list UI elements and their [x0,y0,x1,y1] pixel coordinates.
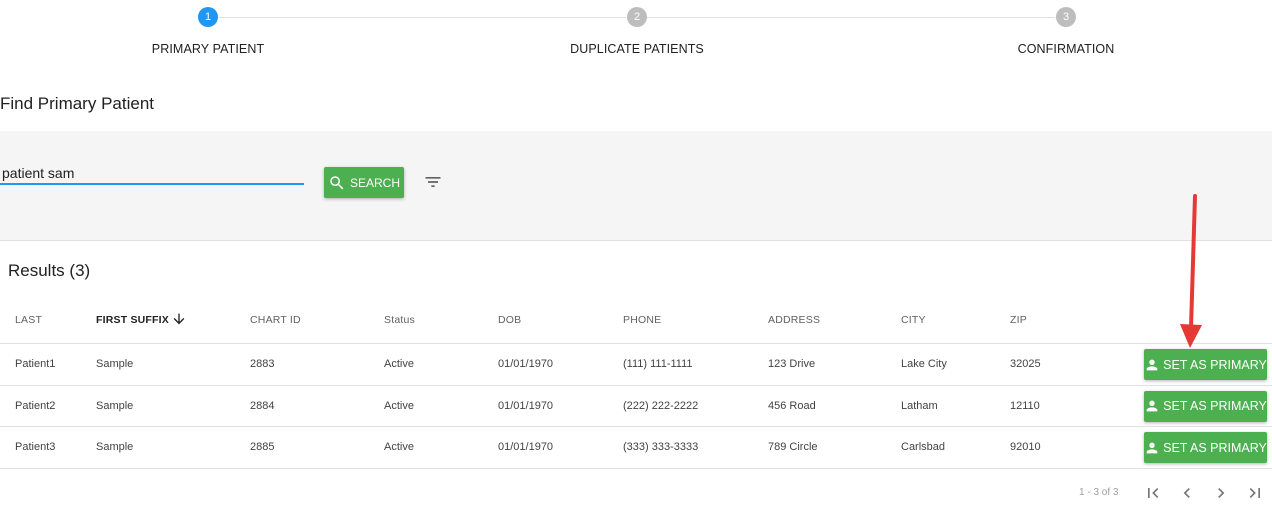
previous-page-button[interactable] [1177,483,1197,503]
person-icon [1146,400,1158,412]
column-header-chart-id[interactable]: CHART ID [250,314,301,326]
first-page-icon [1148,488,1159,498]
cell-zip: 12110 [1010,399,1040,412]
search-button[interactable]: SEARCH [324,167,404,198]
search-input[interactable] [0,163,304,185]
step-number: 2 [627,7,647,27]
column-header-status[interactable]: Status [384,314,415,326]
cell-dob: 01/01/1970 [498,441,554,453]
cell-address: 456 Road [768,399,816,412]
cell-chart-id: 2884 [250,399,275,412]
cell-first: Sample [96,441,134,453]
step-label: DUPLICATE PATIENTS [570,42,704,56]
set-as-primary-button[interactable]: SET AS PRIMARY [1144,349,1267,380]
page-title: Find Primary Patient [0,94,154,113]
cell-last: Patient2 [15,399,56,412]
stepper: 1 PRIMARY PATIENT 2 DUPLICATE PATIENTS 3… [0,0,1272,70]
cell-last: Patient1 [15,358,56,370]
column-header-address[interactable]: ADDRESS [768,314,820,326]
previous-page-icon [1183,488,1190,498]
step-primary-patient[interactable]: 1 PRIMARY PATIENT [108,7,308,56]
cell-phone: (333) 333-3333 [623,441,699,453]
set-as-primary-label: SET AS PRIMARY [1163,399,1267,413]
cell-chart-id: 2883 [250,358,275,370]
last-page-button[interactable] [1245,483,1265,503]
cell-address: 123 Drive [768,358,816,370]
cell-zip: 92010 [1010,441,1041,453]
page-range: 1 - 3 of 3 [1079,487,1119,498]
column-header-dob[interactable]: DOB [498,314,521,326]
cell-dob: 01/01/1970 [498,399,554,412]
step-duplicate-patients[interactable]: 2 DUPLICATE PATIENTS [537,7,737,56]
cell-status: Active [384,358,414,370]
table-row: Patient3 Sample 2885 Active 01/01/1970 (… [0,427,1272,469]
cell-last: Patient3 [15,441,56,453]
table-row: Patient1 Sample 2883 Active 01/01/1970 (… [0,344,1272,386]
cell-chart-id: 2885 [250,441,275,453]
search-panel: SEARCH [0,131,1272,241]
cell-status: Active [384,399,414,412]
step-label: PRIMARY PATIENT [151,42,265,56]
set-as-primary-button[interactable]: SET AS PRIMARY [1144,432,1267,463]
annotation-arrow [1180,194,1202,348]
arrow-down-icon [173,313,185,325]
cell-phone: (222) 222-2222 [623,399,699,412]
column-header-city[interactable]: CITY [901,314,926,326]
first-page-button[interactable] [1143,483,1163,503]
step-number: 1 [198,7,218,27]
last-page-icon [1249,488,1260,498]
cell-address: 789 Circle [768,441,818,453]
step-number: 3 [1056,7,1076,27]
person-icon [1146,442,1158,453]
set-as-primary-label: SET AS PRIMARY [1163,357,1267,372]
cell-first: Sample [96,399,134,412]
column-header-last[interactable]: LAST [15,314,42,326]
cell-city: Latham [901,399,938,412]
set-as-primary-button[interactable]: SET AS PRIMARY [1144,390,1267,422]
filter-icon[interactable] [423,172,443,192]
search-button-label: SEARCH [349,175,400,190]
step-confirmation[interactable]: 3 CONFIRMATION [966,7,1166,56]
cell-phone: (111) 111-1111 [623,358,693,370]
cell-dob: 01/01/1970 [498,358,554,370]
results-table: LAST FIRST SUFFIX CHART ID Status DOB PH… [0,298,1272,469]
column-header-zip[interactable]: ZIP [1010,314,1027,326]
cell-city: Carlsbad [901,441,946,453]
next-page-icon [1218,488,1225,498]
set-as-primary-label: SET AS PRIMARY [1163,440,1267,455]
cell-status: Active [384,441,414,453]
pagination: 1 - 3 of 3 [0,480,1272,506]
column-header-phone[interactable]: PHONE [623,314,661,326]
next-page-button[interactable] [1211,483,1231,503]
cell-city: Lake City [901,358,947,370]
step-label: CONFIRMATION [1017,42,1115,56]
person-icon [1146,359,1158,370]
cell-zip: 32025 [1010,358,1041,370]
column-header-first-suffix[interactable]: FIRST SUFFIX [96,312,187,327]
column-header-label: FIRST SUFFIX [96,313,169,326]
search-icon [330,175,344,189]
table-row: Patient2 Sample 2884 Active 01/01/1970 (… [0,386,1272,427]
results-title: Results (3) [8,261,91,280]
cell-first: Sample [96,358,134,370]
table-header: LAST FIRST SUFFIX CHART ID Status DOB PH… [0,298,1272,344]
